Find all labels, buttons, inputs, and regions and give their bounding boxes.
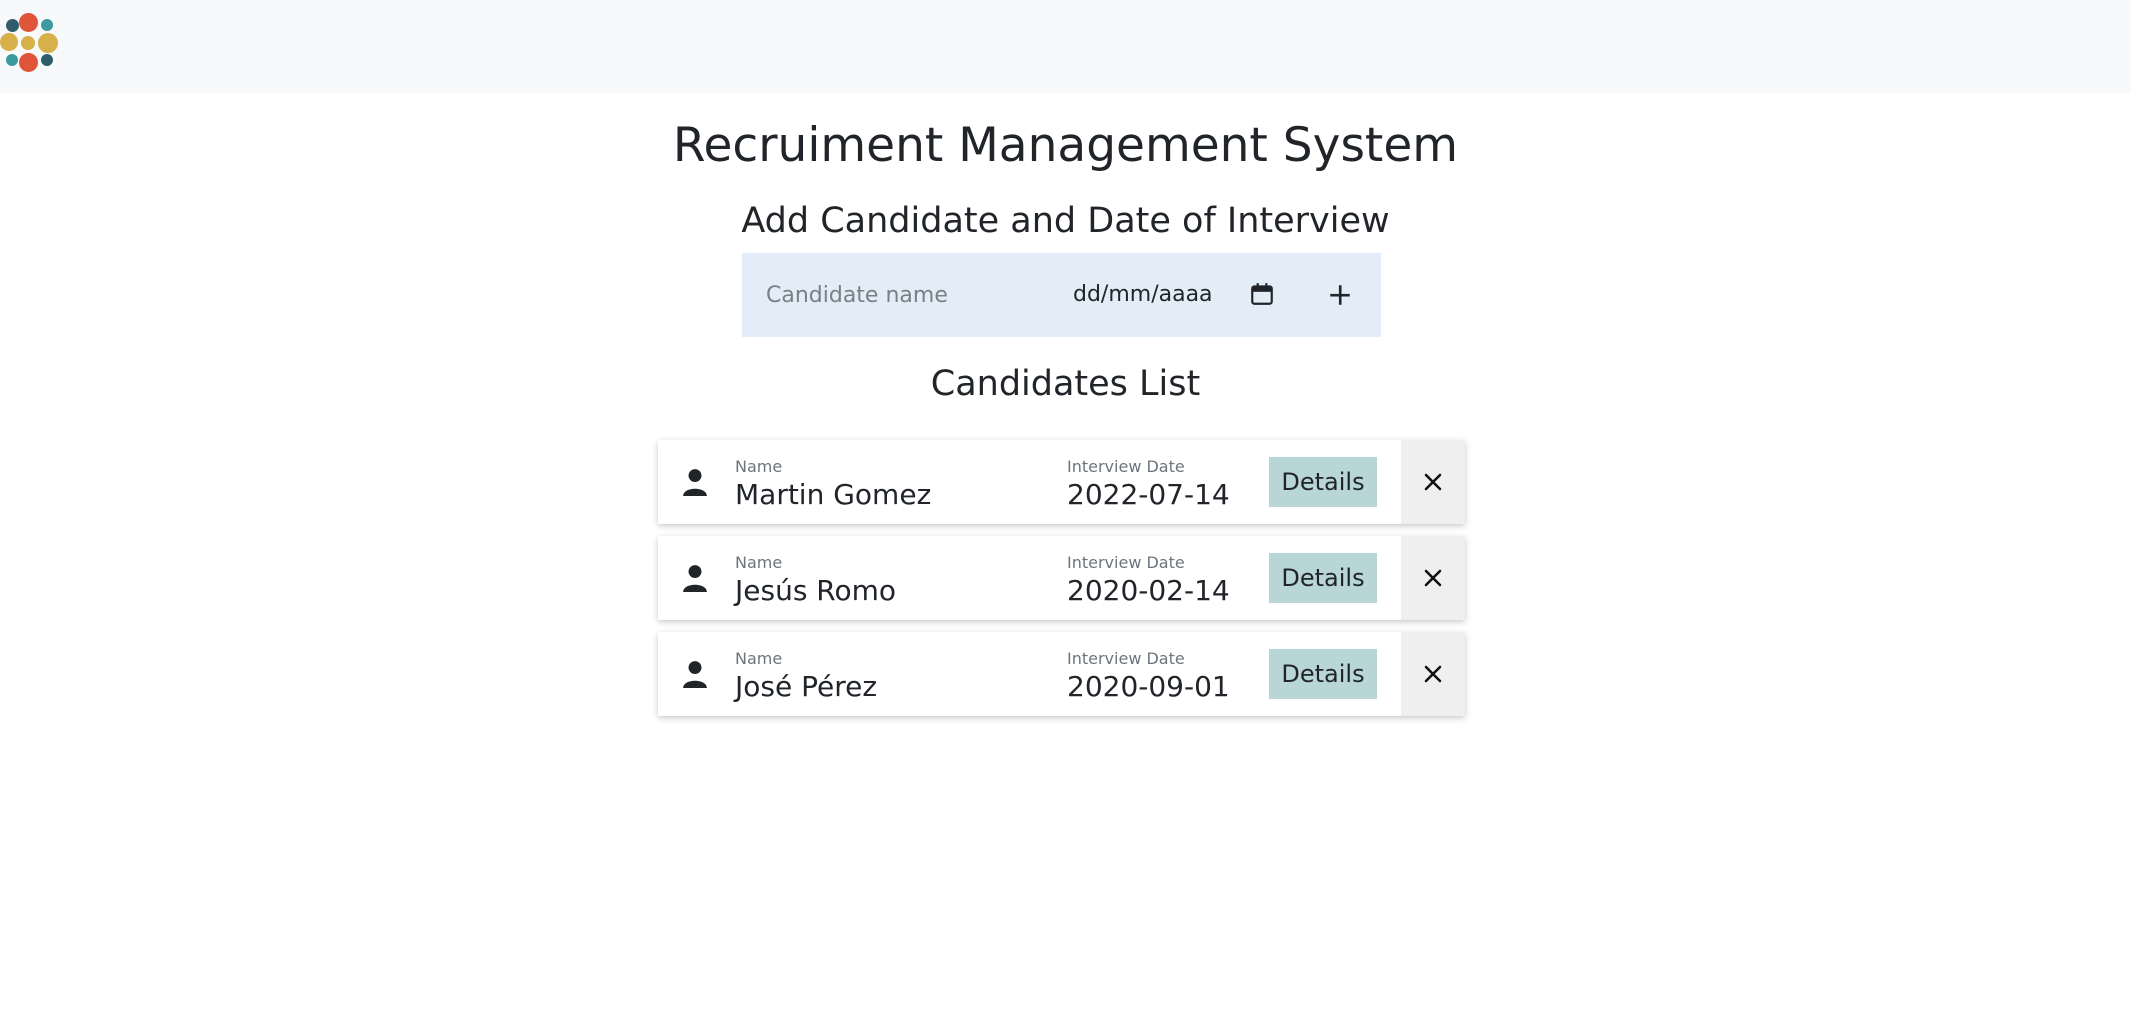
person-icon (683, 469, 707, 496)
logo-dot (19, 53, 38, 72)
add-section-title: Add Candidate and Date of Interview (741, 201, 1390, 241)
candidate-name: José Pérez (735, 670, 878, 703)
candidate-card: Name José Pérez Interview Date 2020-09-0… (658, 632, 1465, 716)
name-label: Name (735, 553, 783, 572)
add-candidate-button[interactable] (1322, 277, 1358, 313)
details-button[interactable]: Details (1269, 649, 1377, 699)
plus-icon (1330, 285, 1350, 305)
name-label: Name (735, 649, 783, 668)
delete-button[interactable] (1401, 632, 1465, 716)
logo-dot (19, 13, 38, 32)
page-title: Recruiment Management System (672, 118, 1459, 173)
candidate-name: Martin Gomez (735, 478, 932, 511)
logo-dot (0, 33, 18, 51)
add-candidate-form: dd/mm/aaaa (742, 253, 1381, 337)
interview-date-label: Interview Date (1067, 553, 1185, 572)
logo-dot (41, 54, 53, 66)
interview-date: 2022-07-14 (1067, 478, 1230, 511)
delete-button[interactable] (1401, 536, 1465, 620)
interview-date: 2020-02-14 (1067, 574, 1230, 607)
close-icon (1424, 473, 1442, 491)
candidate-name: Jesús Romo (735, 574, 897, 607)
delete-button[interactable] (1401, 440, 1465, 524)
interview-date-input[interactable]: dd/mm/aaaa (1073, 278, 1213, 312)
candidates-list: Name Martin Gomez Interview Date 2022-07… (658, 440, 1465, 728)
candidate-card: Name Jesús Romo Interview Date 2020-02-1… (658, 536, 1465, 620)
candidate-card: Name Martin Gomez Interview Date 2022-07… (658, 440, 1465, 524)
interview-date-label: Interview Date (1067, 457, 1185, 476)
person-icon (683, 565, 707, 592)
logo-dot (6, 54, 18, 66)
logo-dot (6, 19, 19, 32)
candidates-list-title: Candidates List (930, 364, 1201, 404)
candidate-name-input[interactable] (766, 275, 1056, 315)
dots-logo[interactable] (0, 0, 70, 93)
close-icon (1424, 665, 1442, 683)
logo-dot (41, 19, 53, 31)
name-label: Name (735, 457, 783, 476)
person-icon (683, 661, 707, 688)
interview-date: 2020-09-01 (1067, 670, 1230, 703)
details-button[interactable]: Details (1269, 457, 1377, 507)
logo-dot (38, 33, 58, 53)
interview-date-label: Interview Date (1067, 649, 1185, 668)
calendar-icon[interactable] (1249, 281, 1275, 307)
top-navbar (0, 0, 2131, 93)
close-icon (1424, 569, 1442, 587)
logo-dot (21, 36, 35, 50)
details-button[interactable]: Details (1269, 553, 1377, 603)
